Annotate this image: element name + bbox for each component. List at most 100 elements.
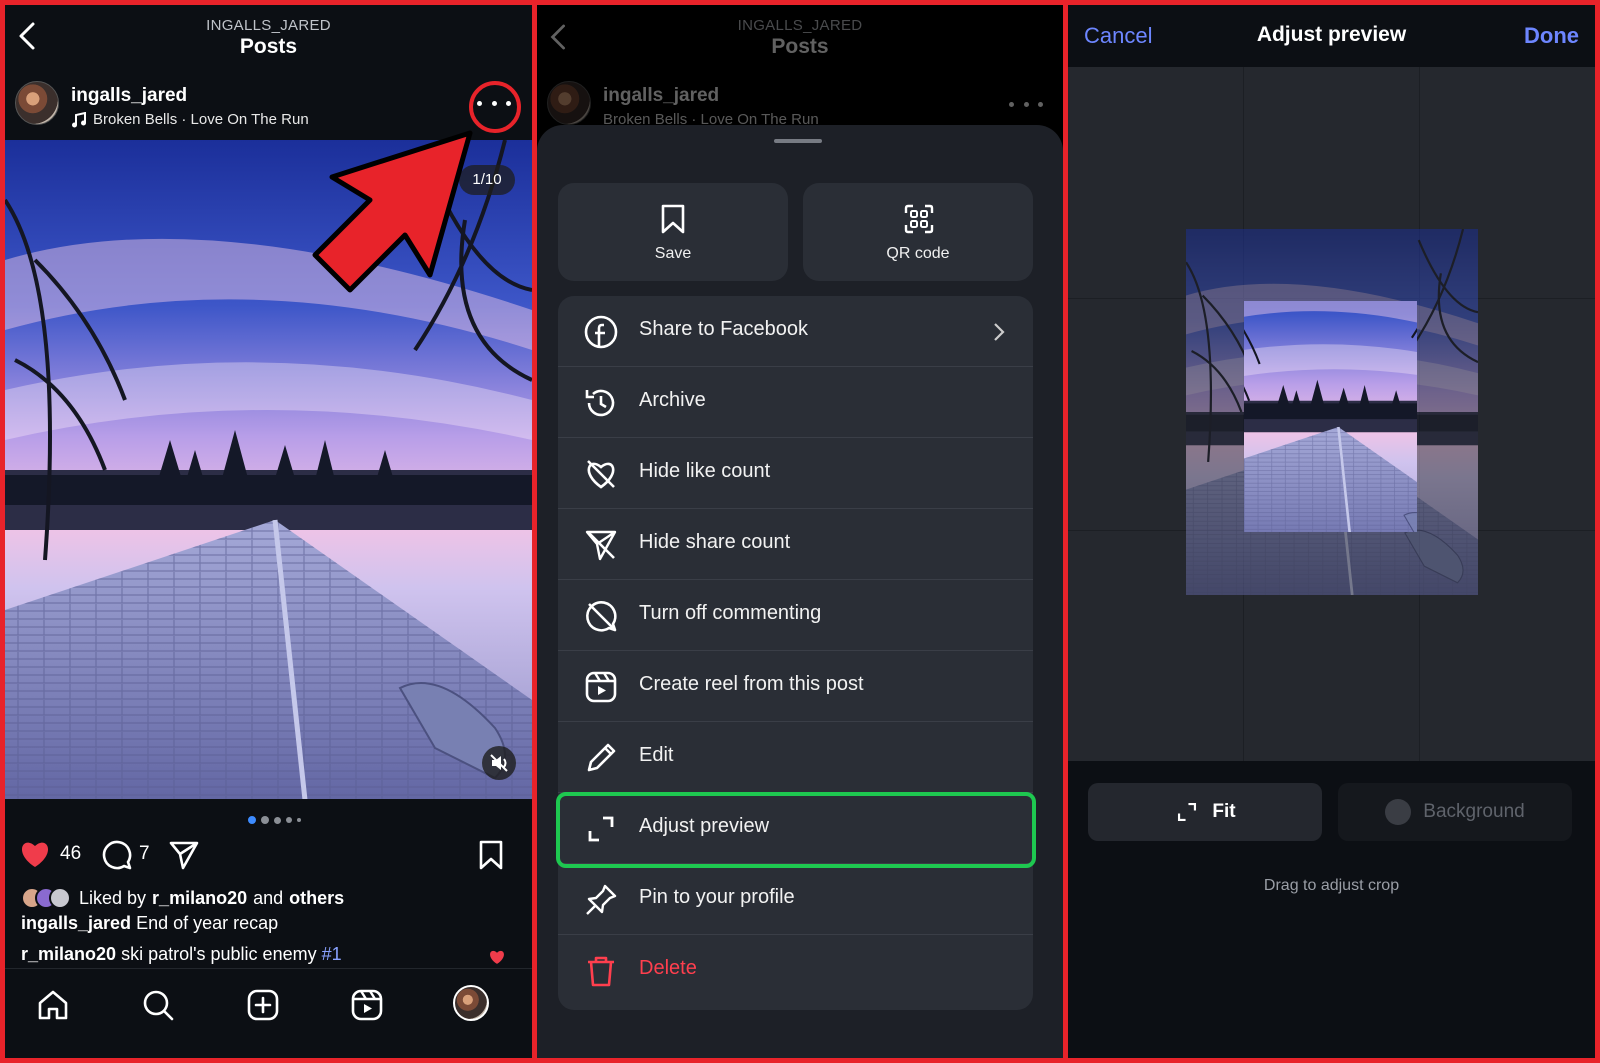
comment-count[interactable]: 7 xyxy=(139,843,150,865)
liker-avatars xyxy=(21,887,71,909)
post-audio[interactable]: Broken Bells · Love On The Run xyxy=(71,111,309,128)
page-title: Adjust preview xyxy=(1256,23,1407,46)
page-title: Posts xyxy=(771,35,829,58)
home-icon[interactable] xyxy=(35,987,71,1023)
post-username: ingalls_jared xyxy=(603,85,720,106)
pin-icon xyxy=(586,884,617,915)
search-icon[interactable] xyxy=(140,987,176,1023)
archive-icon xyxy=(585,389,615,417)
avatar[interactable] xyxy=(15,81,59,125)
liked-by-label: Liked by xyxy=(79,887,147,908)
options-menu: Share to Facebook Archive Hide like coun… xyxy=(558,296,1033,1010)
menu-item-label: Archive xyxy=(639,389,706,411)
header-username: INGALLS_JARED xyxy=(206,17,331,34)
bottom-nav xyxy=(5,968,532,1058)
options-sheet-screen: INGALLS_JARED Posts ingalls_jared Broken… xyxy=(537,5,1063,1058)
more-icon xyxy=(1009,98,1043,110)
liked-by-others[interactable]: others xyxy=(289,888,344,909)
pager-dot xyxy=(274,816,281,824)
heart-icon[interactable] xyxy=(19,839,51,869)
like-count[interactable]: 46 xyxy=(60,843,81,865)
adjust-preview-screen: Cancel Adjust preview Done Fit Backgroun… xyxy=(1068,5,1595,1058)
liked-by-row[interactable]: Liked by r_milano20 and others xyxy=(21,885,344,911)
menu-item-turn-off-commenting[interactable]: Turn off commenting xyxy=(558,580,1033,651)
carousel-pager xyxy=(248,816,301,824)
facebook-icon xyxy=(584,315,618,349)
menu-item-pin-to-profile[interactable]: Pin to your profile xyxy=(558,864,1033,935)
menu-item-delete[interactable]: Delete xyxy=(558,935,1033,1006)
chevron-right-icon xyxy=(994,323,1005,341)
liked-by-user[interactable]: r_milano20 xyxy=(152,888,247,909)
pencil-icon xyxy=(587,743,616,772)
comment-username[interactable]: r_milano20 xyxy=(21,944,116,964)
save-label: Save xyxy=(654,245,692,262)
action-bar: 46 7 xyxy=(5,835,532,875)
trash-icon xyxy=(588,956,614,987)
post-username[interactable]: ingalls_jared xyxy=(71,85,187,107)
page-title: Posts xyxy=(239,35,298,58)
qr-code-icon xyxy=(904,204,934,234)
qr-code-button[interactable]: QR code xyxy=(803,183,1033,281)
menu-item-label: Edit xyxy=(639,744,674,766)
crop-stage[interactable] xyxy=(1068,67,1595,761)
top-bar: INGALLS_JARED Posts xyxy=(5,5,532,67)
adjust-controls: Fit Background Drag to adjust crop xyxy=(1068,761,1595,1058)
mute-icon[interactable] xyxy=(482,746,516,780)
create-icon[interactable] xyxy=(245,987,281,1023)
hide-share-icon xyxy=(585,530,617,561)
bookmark-icon[interactable] xyxy=(477,839,505,871)
bottom-sheet: Save QR code Share to Facebook Archive H… xyxy=(537,125,1063,1058)
background-button[interactable]: Background xyxy=(1338,783,1572,841)
liked-by-and: and xyxy=(253,887,284,908)
fit-button[interactable]: Fit xyxy=(1088,783,1322,841)
comment-like-icon[interactable] xyxy=(488,949,506,965)
pager-dot xyxy=(297,818,301,822)
fit-label: Fit xyxy=(1212,801,1236,822)
crop-frame[interactable] xyxy=(1244,301,1417,532)
header-username: INGALLS_JARED xyxy=(737,17,863,34)
post-screen: INGALLS_JARED Posts ingalls_jared Broken… xyxy=(5,5,532,1058)
menu-item-create-reel[interactable]: Create reel from this post xyxy=(558,651,1033,722)
song-label: Broken Bells · Love On The Run xyxy=(93,111,309,128)
avatar xyxy=(547,81,591,125)
menu-item-label: Hide like count xyxy=(639,460,771,482)
reel-icon xyxy=(585,671,617,703)
share-icon[interactable] xyxy=(168,840,200,870)
menu-item-edit[interactable]: Edit xyxy=(558,722,1033,793)
comment-off-icon xyxy=(586,601,617,632)
bookmark-icon xyxy=(661,204,685,234)
menu-item-label: Hide share count xyxy=(639,531,791,553)
done-button[interactable]: Done xyxy=(1524,23,1579,49)
qr-code-label: QR code xyxy=(886,245,950,262)
menu-item-archive[interactable]: Archive xyxy=(558,367,1033,438)
menu-item-label: Pin to your profile xyxy=(639,886,795,908)
color-swatch-icon xyxy=(1385,799,1412,825)
save-button[interactable]: Save xyxy=(558,183,788,281)
caption-text: End of year recap xyxy=(136,913,279,933)
caption-username[interactable]: ingalls_jared xyxy=(21,913,131,933)
top-bar: Cancel Adjust preview Done xyxy=(1068,5,1595,67)
comment-hashtag[interactable]: #1 xyxy=(322,944,342,964)
pager-dot xyxy=(248,816,256,824)
expand-icon xyxy=(1178,802,1197,822)
annotation-highlight-box xyxy=(556,792,1036,868)
comment-icon[interactable] xyxy=(101,839,133,871)
menu-item-hide-share-count[interactable]: Hide share count xyxy=(558,509,1033,580)
comment-text: ski patrol's public enemy xyxy=(121,944,317,964)
menu-item-hide-like-count[interactable]: Hide like count xyxy=(558,438,1033,509)
profile-avatar[interactable] xyxy=(453,985,489,1021)
menu-item-label: Create reel from this post xyxy=(639,673,864,695)
pager-dot xyxy=(286,817,292,823)
menu-item-share-to-facebook[interactable]: Share to Facebook xyxy=(558,296,1033,367)
sheet-handle[interactable] xyxy=(774,139,822,143)
comment-preview[interactable]: r_milano20 ski patrol's public enemy #1 xyxy=(21,944,342,965)
background-label: Background xyxy=(1423,801,1525,822)
hide-like-icon xyxy=(587,460,615,489)
menu-item-label: Share to Facebook xyxy=(639,318,808,340)
dimmed-background: INGALLS_JARED Posts ingalls_jared Broken… xyxy=(537,5,1063,145)
reels-icon[interactable] xyxy=(349,987,385,1023)
caption: ingalls_jared End of year recap xyxy=(21,913,278,934)
pager-dot xyxy=(261,816,269,824)
menu-item-label: Turn off commenting xyxy=(639,602,822,624)
annotation-arrow xyxy=(312,130,473,293)
